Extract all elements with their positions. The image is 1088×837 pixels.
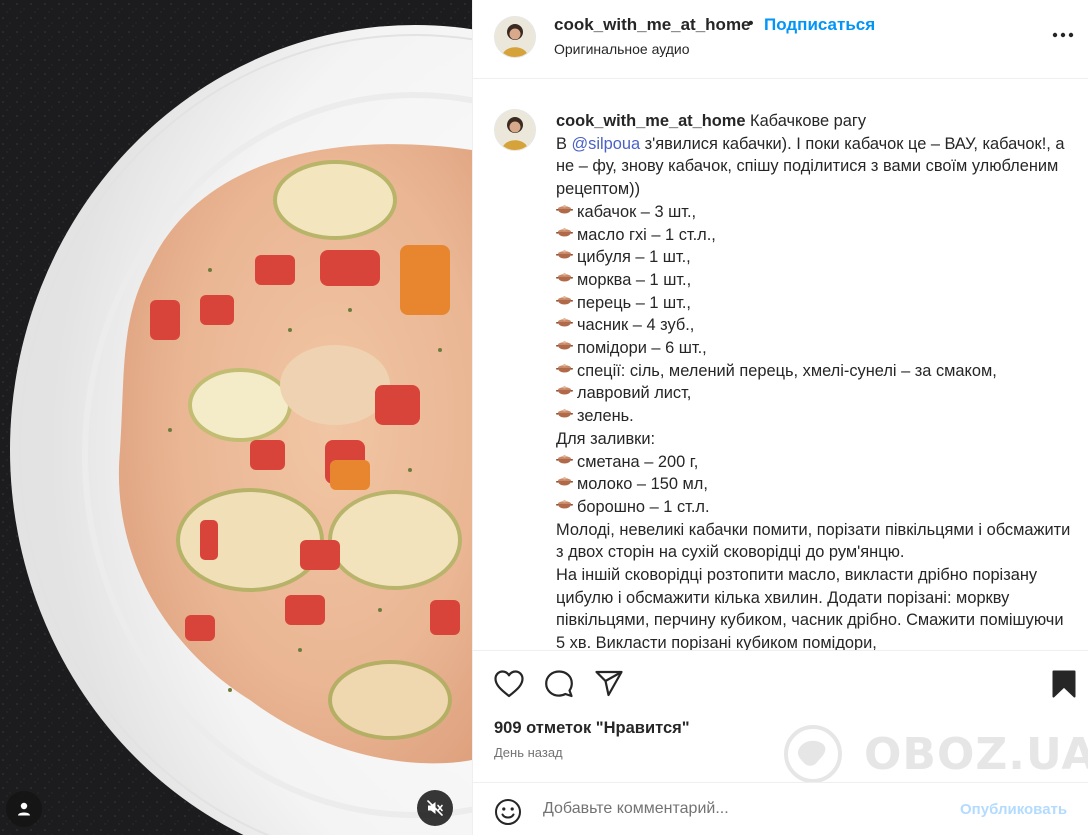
mute-button[interactable] — [417, 790, 453, 826]
caption-author-avatar[interactable] — [494, 109, 536, 151]
watermark-text: OBOZ.UA — [864, 729, 1088, 780]
cooking-pot-icon — [556, 499, 573, 509]
post-details-panel: cook_with_me_at_home • Подписаться Ориги… — [472, 0, 1088, 835]
cooking-pot-icon — [556, 386, 573, 395]
audio-label[interactable]: Оригинальное аудио — [554, 41, 690, 57]
filling-item: сметана – 200 г, — [556, 451, 1076, 474]
oboz-logo-icon — [784, 725, 842, 783]
avatar-image — [495, 110, 535, 150]
intro-prefix: В — [556, 134, 572, 153]
user-icon — [18, 802, 30, 816]
cooking-pot-icon — [556, 340, 573, 350]
bookmark-icon — [1052, 670, 1076, 698]
cooking-pot-icon — [556, 250, 573, 259]
comment-input[interactable] — [543, 795, 943, 823]
ingredient-item: кабачок – 3 шт., — [556, 201, 1076, 224]
ingredient-item-text: морква – 1 шт., — [577, 270, 692, 289]
recipe-step: На іншій сковорідці розтопити масло, вик… — [556, 566, 1064, 650]
cooking-pot-icon — [556, 409, 573, 418]
ingredient-item-text: зелень. — [577, 407, 634, 426]
emoji-button[interactable] — [494, 798, 522, 831]
comment-form: Опубликовать — [473, 782, 1088, 837]
heart-icon — [494, 670, 524, 698]
more-options-button[interactable] — [1048, 25, 1078, 45]
cooking-pot-icon — [556, 318, 573, 327]
food-photo — [0, 0, 472, 835]
share-button[interactable] — [594, 670, 624, 703]
filling-item-text: борошно – 1 ст.л. — [577, 497, 710, 516]
user-tag-button[interactable] — [6, 791, 42, 827]
post-header: cook_with_me_at_home • Подписаться Ориги… — [473, 0, 1088, 79]
comment-button[interactable] — [544, 670, 574, 703]
ingredient-item: цибуля – 1 шт., — [556, 246, 1076, 269]
post-media[interactable] — [0, 0, 472, 835]
caption-area: cook_with_me_at_home Кабачкове рагу В @s… — [473, 79, 1088, 650]
follow-button[interactable]: Подписаться — [764, 15, 875, 35]
separator-dot: • — [748, 15, 754, 32]
ingredient-item: помідори – 6 шт., — [556, 337, 1076, 360]
cooking-pot-icon — [556, 363, 573, 373]
oboz-watermark: OBOZ.UA — [778, 723, 1088, 785]
filling-item: молоко – 150 мл, — [556, 473, 1076, 496]
caption-text: cook_with_me_at_home Кабачкове рагу В @s… — [556, 110, 1076, 650]
cooking-pot-icon — [556, 204, 573, 214]
cooking-pot-icon — [556, 272, 573, 282]
ingredient-item-text: кабачок – 3 шт., — [577, 202, 697, 221]
filling-item-text: сметана – 200 г, — [577, 452, 699, 471]
author-username[interactable]: cook_with_me_at_home — [554, 15, 751, 35]
likes-count[interactable]: 909 отметок "Нравится" — [494, 719, 690, 738]
filling-item-text: молоко – 150 мл, — [577, 475, 708, 494]
like-button[interactable] — [494, 670, 524, 703]
comment-icon — [545, 670, 573, 698]
publish-button[interactable]: Опубликовать — [960, 801, 1067, 818]
recipe-title: Кабачкове рагу — [745, 112, 867, 130]
caption-author-username[interactable]: cook_with_me_at_home — [556, 112, 745, 130]
ingredient-item-text: лавровий лист, — [577, 384, 692, 403]
ingredient-item-text: перець – 1 шт., — [577, 293, 691, 312]
post-time[interactable]: День назад — [494, 745, 563, 760]
speaker-muted-icon — [427, 800, 443, 816]
ingredient-item: зелень. — [556, 405, 1076, 428]
ingredient-item: морква – 1 шт., — [556, 269, 1076, 292]
filling-item: борошно – 1 ст.л. — [556, 496, 1076, 519]
ingredient-item-text: часник – 4 зуб., — [577, 316, 695, 335]
ingredient-item: масло гхі – 1 ст.л., — [556, 224, 1076, 247]
cooking-pot-icon — [556, 477, 573, 486]
paper-plane-icon — [595, 670, 623, 697]
ingredient-item-text: цибуля – 1 шт., — [577, 248, 691, 267]
cooking-pot-icon — [556, 454, 573, 464]
post-actions: 909 отметок "Нравится" День назад OBOZ.U… — [473, 650, 1088, 836]
recipe-step: Молоді, невеликі кабачки помити, порізат… — [556, 520, 1071, 562]
mention-link[interactable]: @silpoua — [572, 135, 641, 153]
cooking-pot-icon — [556, 295, 573, 305]
ingredient-item-text: масло гхі – 1 ст.л., — [577, 225, 716, 244]
ingredient-item: спеції: сіль, мелений перець, хмелі-суне… — [556, 360, 1076, 383]
smiley-icon — [495, 799, 521, 825]
ingredient-item-text: спеції: сіль, мелений перець, хмелі-суне… — [577, 361, 997, 380]
more-horizontal-icon — [1052, 32, 1074, 38]
ingredient-item: часник – 4 зуб., — [556, 314, 1076, 337]
filling-label: Для заливки: — [556, 429, 656, 448]
avatar-image — [495, 17, 535, 57]
ingredient-item: перець – 1 шт., — [556, 292, 1076, 315]
cooking-pot-icon — [556, 227, 573, 237]
author-avatar[interactable] — [494, 16, 536, 58]
save-button[interactable] — [1052, 670, 1076, 703]
ingredient-item-text: помідори – 6 шт., — [577, 339, 707, 358]
ingredient-item: лавровий лист, — [556, 382, 1076, 405]
